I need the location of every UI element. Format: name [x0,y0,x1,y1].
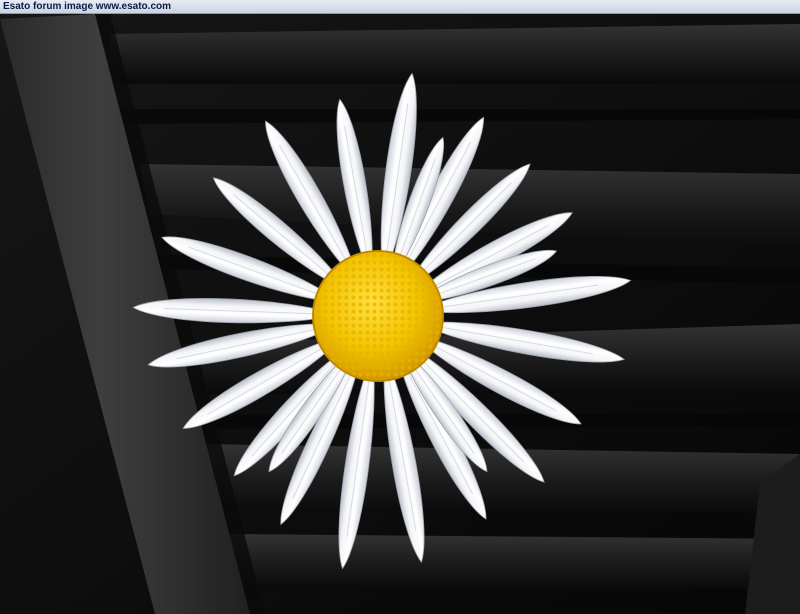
daisy-photo [0,14,800,614]
watermark-caption-bar: Esato forum image www.esato.com [0,0,800,14]
watermark-caption: Esato forum image www.esato.com [3,1,172,12]
vent-slat [110,24,800,84]
image-viewer: Esato forum image www.esato.com [0,0,800,614]
vent-slat [230,534,800,589]
